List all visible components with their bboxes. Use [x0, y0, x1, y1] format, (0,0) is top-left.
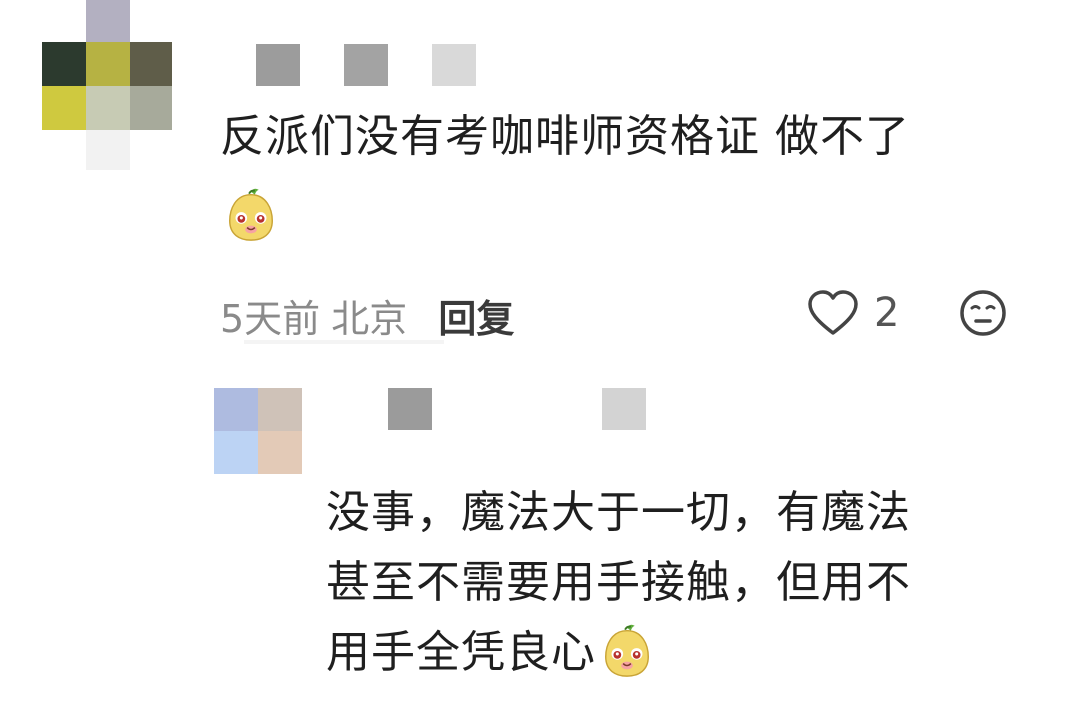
username[interactable] [256, 44, 476, 88]
reply-avatar[interactable] [214, 388, 302, 474]
pear-face-icon [605, 624, 649, 677]
reply-text-line-3: 用手全凭良心 [326, 627, 596, 678]
comment-time: 5天前 [220, 297, 321, 341]
reply-button[interactable]: 回复 [438, 297, 514, 341]
reply-text-line: 用手全凭良心 [326, 618, 911, 688]
comment-meta: 5天前 北京 回复 [220, 288, 514, 341]
reply-username[interactable] [388, 388, 648, 432]
heart-icon [808, 290, 858, 335]
comment-location: 北京 [331, 297, 408, 341]
like-count: 2 [874, 290, 900, 336]
divider [244, 340, 444, 344]
reply-text-line: 没事，魔法大于一切，有魔法 [326, 487, 911, 538]
comment-text: 反派们没有考咖啡师资格证 做不了 [220, 111, 910, 162]
neutral-face-icon [960, 290, 1006, 336]
reply-text-line: 甚至不需要用手接触，但用不 [326, 557, 911, 608]
pear-face-emoji [222, 186, 280, 244]
avatar[interactable] [42, 0, 172, 170]
reply-text: 没事，魔法大于一切，有魔法 甚至不需要用手接触，但用不 用手全凭良心 [326, 478, 911, 688]
like-button[interactable]: 2 [806, 286, 899, 340]
dislike-button[interactable] [958, 288, 1008, 342]
pear-face-icon [229, 188, 273, 241]
